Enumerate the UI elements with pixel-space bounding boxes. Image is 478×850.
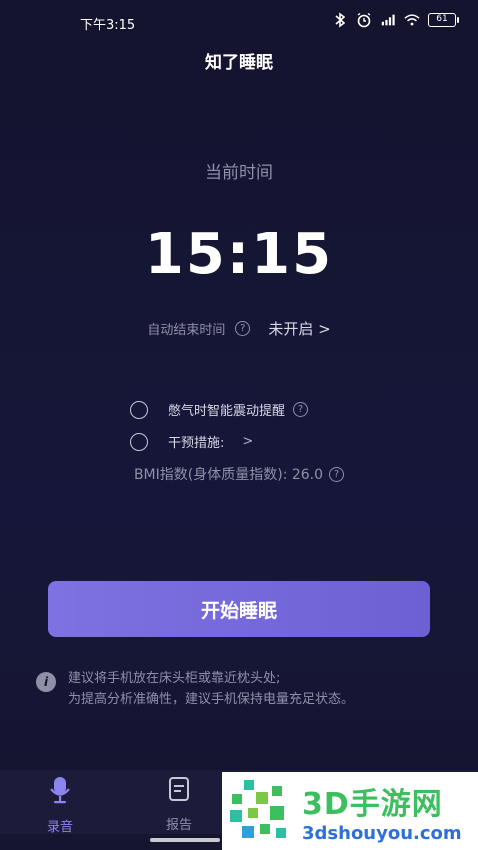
watermark: 3D手游网 3dshouyou.com xyxy=(222,772,478,850)
intervention-option[interactable]: 干预措施: > xyxy=(130,432,253,451)
watermark-url: 3dshouyou.com xyxy=(302,822,462,844)
bluetooth-icon xyxy=(332,12,348,28)
tips: i 建议将手机放在床头柜或靠近枕头处; 为提高分析准确性，建议手机保持电量充足状… xyxy=(36,668,456,710)
bmi-row: BMI指数(身体质量指数): 26.0 ? xyxy=(0,464,478,484)
auto-end-row: 自动结束时间 ? 未开启 > xyxy=(0,318,478,339)
auto-end-label: 自动结束时间 xyxy=(147,323,226,338)
tab-report[interactable]: 报告 xyxy=(139,776,219,833)
tip-line: 建议将手机放在床头柜或靠近枕头处; xyxy=(68,671,281,686)
alarm-icon xyxy=(356,12,372,28)
watermark-logo-icon xyxy=(226,776,296,846)
battery-icon: 61 xyxy=(428,13,459,27)
watermark-name: 3D手游网 xyxy=(302,786,443,822)
vibration-reminder-radio[interactable] xyxy=(130,400,148,419)
help-icon[interactable]: ? xyxy=(329,466,345,482)
sleep-screen: 下午3:15 61 知了睡眠 当前时间 15:15 自动结束时间 ? 未开启 >… xyxy=(0,0,478,850)
start-sleep-button[interactable]: 开始睡眠 xyxy=(48,581,430,637)
status-time: 下午3:15 xyxy=(80,18,136,33)
report-icon xyxy=(168,776,190,806)
help-icon[interactable]: ? xyxy=(293,402,309,417)
intervention-radio[interactable] xyxy=(130,432,148,451)
bmi-text: BMI指数(身体质量指数): 26.0 xyxy=(133,467,324,483)
home-indicator[interactable] xyxy=(150,838,220,842)
wifi-icon xyxy=(404,12,420,28)
tip-line: 为提高分析准确性，建议手机保持电量充足状态。 xyxy=(68,692,355,707)
intervention-label: 干预措施: xyxy=(168,436,225,451)
clock-display: 15:15 xyxy=(144,222,334,287)
tips-text: 建议将手机放在床头柜或靠近枕头处; 为提高分析准确性，建议手机保持电量充足状态。 xyxy=(68,668,354,710)
page-title: 知了睡眠 xyxy=(205,53,273,73)
signal-icon xyxy=(380,12,396,28)
tab-label: 报告 xyxy=(165,818,192,833)
tab-label: 录音 xyxy=(46,820,73,835)
vibration-reminder-label: 憋气时智能震动提醒 xyxy=(168,404,286,419)
microphone-icon xyxy=(48,776,72,808)
help-icon[interactable]: ? xyxy=(235,321,251,336)
info-icon: i xyxy=(36,672,56,692)
tab-recording[interactable]: 录音 xyxy=(20,776,100,835)
status-icons: 61 xyxy=(332,12,459,28)
chevron-right-icon[interactable]: > xyxy=(242,434,253,449)
auto-end-setting[interactable]: 未开启 > xyxy=(268,318,330,339)
vibration-reminder-option[interactable]: 憋气时智能震动提醒 ? xyxy=(130,400,309,419)
watermark-text: 3D手游网 3dshouyou.com xyxy=(302,779,462,844)
status-bar: 下午3:15 61 xyxy=(0,8,478,36)
current-time-label: 当前时间 xyxy=(205,163,273,183)
